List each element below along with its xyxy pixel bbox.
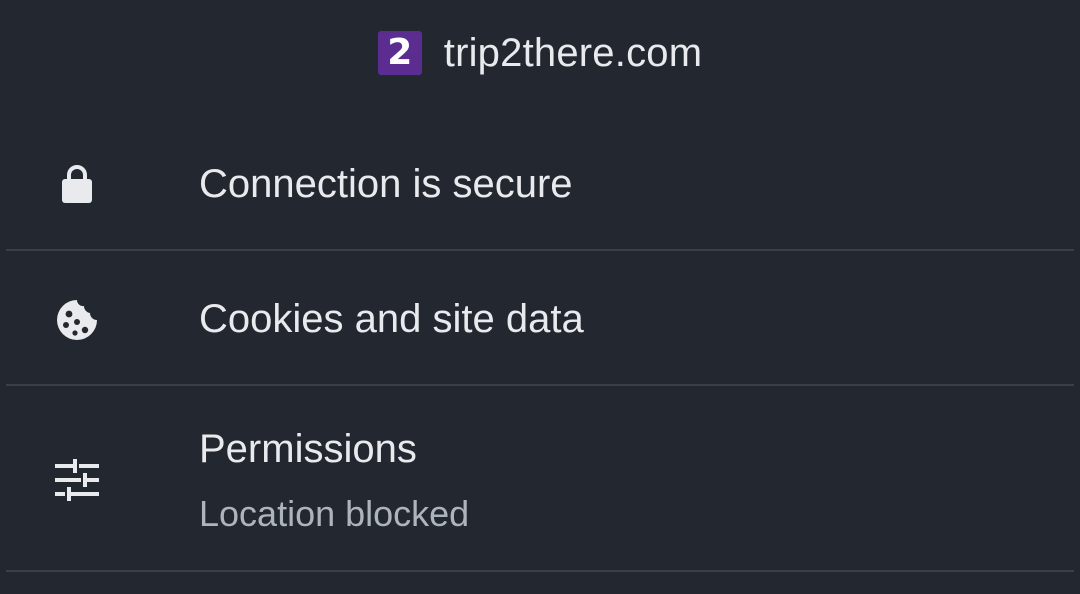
permissions-label: Permissions	[199, 427, 417, 471]
permissions-status: Location blocked	[199, 493, 470, 534]
cookies-label: Cookies and site data	[199, 297, 584, 341]
connection-security-label: Connection is secure	[199, 162, 573, 206]
permissions-row[interactable]: Permissions Location blocked	[0, 387, 1080, 570]
tune-icon	[50, 453, 104, 507]
site-name: trip2there.com	[443, 30, 703, 75]
cookie-icon	[50, 293, 104, 347]
site-header: 2 trip2there.com	[0, 0, 1080, 106]
cookies-row[interactable]: Cookies and site data	[0, 252, 1080, 385]
page-info-panel: 2 trip2there.com Connection is secure Co…	[0, 0, 1080, 594]
site-favicon-icon: 2	[377, 31, 422, 75]
lock-icon	[50, 157, 104, 211]
divider	[6, 384, 1074, 386]
divider	[6, 570, 1074, 572]
connection-security-row[interactable]: Connection is secure	[0, 128, 1080, 250]
divider	[6, 249, 1074, 251]
